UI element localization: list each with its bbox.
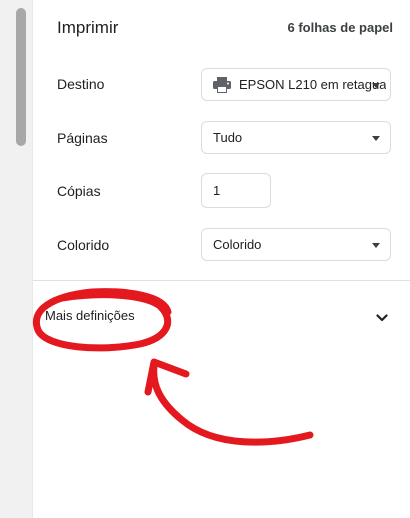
printer-icon [213, 76, 231, 93]
page-title: Imprimir [57, 18, 119, 37]
color-select[interactable]: Colorido [201, 228, 391, 261]
pages-value: Tudo [213, 130, 243, 145]
copies-input[interactable]: 1 [201, 173, 271, 208]
copies-label: Cópias [57, 183, 101, 199]
pages-select[interactable]: Tudo [201, 121, 391, 154]
destination-label: Destino [57, 76, 105, 92]
more-settings-label: Mais definições [45, 308, 135, 323]
divider [33, 280, 410, 281]
scrollbar[interactable] [0, 0, 33, 518]
destination-value: EPSON L210 em retagua [239, 77, 387, 92]
chevron-down-icon[interactable] [374, 310, 390, 326]
color-label: Colorido [57, 237, 110, 253]
destination-select[interactable]: EPSON L210 em retagua [201, 68, 391, 101]
dropdown-caret-icon [372, 83, 380, 88]
print-settings-panel: Imprimir 6 folhas de papel Destino EPSON… [33, 0, 410, 518]
color-value: Colorido [213, 237, 262, 252]
sheet-count: 6 folhas de papel [287, 20, 393, 35]
dropdown-caret-icon [372, 136, 380, 141]
pages-label: Páginas [57, 130, 108, 146]
dropdown-caret-icon [372, 243, 380, 248]
scrollbar-thumb[interactable] [16, 8, 26, 146]
more-settings-toggle[interactable]: Mais definições [33, 298, 410, 338]
